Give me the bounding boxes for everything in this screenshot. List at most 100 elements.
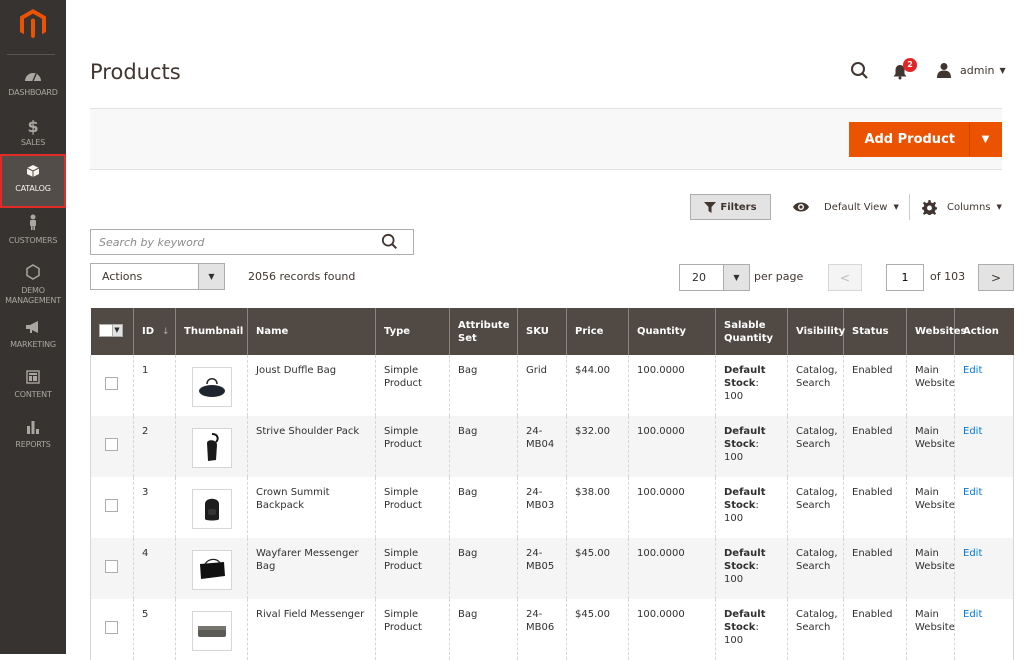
product-thumbnail[interactable] [192,550,232,590]
salable-source: Default Stock [724,426,766,450]
columns-selector[interactable]: Columns ▼ [922,196,1002,218]
edit-link[interactable]: Edit [963,548,982,559]
mass-select-checkbox[interactable]: ▼ [99,324,123,337]
user-menu[interactable]: admin ▼ [936,60,1006,80]
table-row: 4 Wayfarer Messenger Bag Simple Product … [91,538,1014,599]
sidebar-item-demo-management[interactable]: DEMO MANAGEMENT [0,258,66,316]
column-header-name[interactable]: Name [248,308,376,355]
product-thumbnail[interactable] [192,489,232,529]
cell-websites: Main Website [907,538,955,599]
column-header-attribute-set[interactable]: Attribute Set [450,308,518,355]
global-search-button[interactable] [850,61,870,81]
cell-price: $45.00 [567,599,629,660]
sidebar-item-marketing[interactable]: MARKETING [0,312,66,364]
salable-source: Default Stock [724,609,766,633]
sidebar-item-dashboard[interactable]: DASHBOARD [0,60,66,112]
edit-link[interactable]: Edit [963,487,982,498]
cell-sku: Grid [518,355,567,416]
table-row: 1 Joust Duffle Bag Simple Product Bag Gr… [91,355,1014,416]
current-page-input[interactable] [886,264,924,291]
edit-link[interactable]: Edit [963,609,982,620]
row-checkbox[interactable] [105,621,118,634]
column-header-type[interactable]: Type [376,308,450,355]
grid-header-row: ▼ ID↓ Thumbnail Name Type Attribute Set … [91,308,1014,355]
product-image-icon [202,496,222,522]
product-thumbnail[interactable] [192,428,232,468]
sidebar-item-catalog[interactable]: CATALOG [0,154,66,208]
row-checkbox[interactable] [105,377,118,390]
filters-label: Filters [720,202,756,213]
column-header-visibility[interactable]: Visibility [788,308,844,355]
keyword-search [90,229,414,255]
column-header-status[interactable]: Status [844,308,907,355]
per-page-dropdown[interactable]: 20 ▼ [679,264,750,291]
row-checkbox[interactable] [105,438,118,451]
notifications-button[interactable]: 2 [892,61,916,81]
view-selector[interactable]: Default View ▼ [792,196,899,218]
cell-websites: Main Website [907,599,955,660]
column-header-sku[interactable]: SKU [518,308,567,355]
cell-action: Edit [955,538,1014,599]
sidebar-item-customers[interactable]: CUSTOMERS [0,208,66,260]
search-submit-button[interactable] [381,233,399,254]
chevron-right-icon: > [991,271,1001,285]
cell-websites: Main Website [907,416,955,477]
cell-status: Enabled [844,416,907,477]
cell-sku: 24-MB05 [518,538,567,599]
column-header-websites[interactable]: Websites [907,308,955,355]
add-product-split-button: Add Product ▼ [849,122,1002,157]
row-select-cell [91,599,134,660]
cell-type: Simple Product [376,477,450,538]
column-header-quantity[interactable]: Quantity [629,308,716,355]
sidebar-item-label: DEMO MANAGEMENT [0,286,66,306]
mass-actions-dropdown[interactable]: Actions ▼ [90,263,225,290]
row-select-cell [91,416,134,477]
row-select-cell [91,477,134,538]
grid-body: 1 Joust Duffle Bag Simple Product Bag Gr… [91,355,1014,660]
toolbar-divider [909,194,910,220]
table-row: 2 Strive Shoulder Pack Simple Product Ba… [91,416,1014,477]
chevron-left-icon: < [840,271,850,285]
product-thumbnail[interactable] [192,611,232,651]
row-checkbox[interactable] [105,560,118,573]
salable-source: Default Stock [724,365,766,389]
page-title: Products [90,60,181,84]
person-icon [0,214,66,236]
cell-id: 3 [134,477,176,538]
chevron-down-icon: ▼ [198,264,224,289]
chevron-down-icon: ▼ [982,134,990,145]
cell-visibility: Catalog, Search [788,599,844,660]
view-label: Default View [824,202,887,213]
add-product-button[interactable]: Add Product [850,123,969,156]
bar-chart-icon [0,418,66,440]
edit-link[interactable]: Edit [963,365,982,376]
cell-id: 4 [134,538,176,599]
chevron-down-icon: ▼ [997,203,1002,211]
megaphone-icon [0,318,66,340]
records-found: 2056 records found [248,270,355,283]
cell-attribute-set: Bag [450,477,518,538]
sidebar-item-content[interactable]: CONTENT [0,362,66,414]
filters-button[interactable]: Filters [690,194,771,220]
keyword-search-input[interactable] [91,230,371,254]
sidebar-item-reports[interactable]: REPORTS [0,412,66,464]
add-product-options-toggle[interactable]: ▼ [969,123,1001,156]
column-header-id[interactable]: ID↓ [134,308,176,355]
edit-link[interactable]: Edit [963,426,982,437]
table-row: 5 Rival Field Messenger Simple Product B… [91,599,1014,660]
product-thumbnail[interactable] [192,367,232,407]
cell-id: 1 [134,355,176,416]
row-checkbox[interactable] [105,499,118,512]
cell-name: Strive Shoulder Pack [248,416,376,477]
user-name: admin [960,64,994,77]
column-header-price[interactable]: Price [567,308,629,355]
cell-thumbnail [176,477,248,538]
chevron-down-icon: ▼ [723,265,749,290]
cell-id: 5 [134,599,176,660]
cell-type: Simple Product [376,355,450,416]
magento-logo-icon[interactable] [16,7,50,41]
next-page-button[interactable]: > [978,264,1014,291]
previous-page-button[interactable]: < [828,264,862,291]
mass-select-header: ▼ [91,308,134,355]
eye-icon [792,201,810,213]
